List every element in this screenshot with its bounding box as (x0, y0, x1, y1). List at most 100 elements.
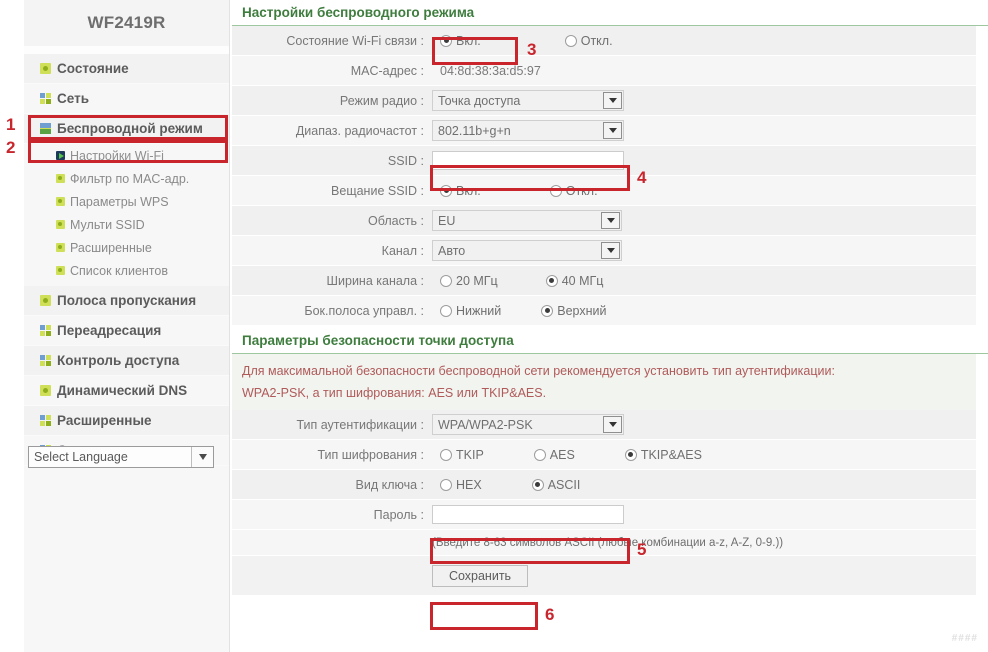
row-ssid-broadcast: Вещание SSID : Вкл. Откл. (232, 176, 976, 206)
radio-dot (534, 449, 546, 461)
channel-select[interactable]: Авто (432, 240, 622, 261)
play-icon (56, 151, 65, 160)
radio-label: 40 МГц (562, 274, 604, 288)
sidebar-item-label: Фильтр по MAC-адр. (70, 172, 189, 186)
key-type-label: Вид ключа : (232, 478, 432, 492)
region-select[interactable]: EU (432, 210, 622, 231)
chevron-down-icon (601, 242, 620, 259)
ssid-label: SSID : (232, 154, 432, 168)
row-control-sideband: Бок.полоса управл. : Нижний Верхний (232, 296, 976, 326)
sidebar-item-label: Список клиентов (70, 264, 168, 278)
encryption-aes-radio[interactable]: AES (534, 448, 575, 462)
star-icon (56, 243, 65, 252)
grid-icon (40, 415, 51, 426)
wifi-status-off-radio[interactable]: Откл. (565, 34, 613, 48)
auth-type-value: WPA/WPA2-PSK (438, 418, 533, 432)
page-left-margin (0, 0, 24, 652)
sidebar-item-status[interactable]: Состояние (24, 54, 229, 84)
radio-label: Откл. (581, 34, 613, 48)
row-auth-type: Тип аутентификации : WPA/WPA2-PSK (232, 410, 976, 440)
sidebar-item-access-control[interactable]: Контроль доступа (24, 346, 229, 376)
security-recommendation-note: Для максимальной безопасности беспроводн… (232, 354, 976, 410)
chevron-down-icon (603, 92, 622, 109)
radio-label: TKIP (456, 448, 484, 462)
frequency-band-value: 802.11b+g+n (438, 124, 511, 138)
sidebar-item-label: Состояние (57, 61, 129, 76)
sidebar-item-advanced-wireless[interactable]: Расширенные (24, 236, 229, 259)
sidebar-item-wps[interactable]: Параметры WPS (24, 190, 229, 213)
frequency-band-select[interactable]: 802.11b+g+n (432, 120, 624, 141)
note-line-1: Для максимальной безопасности беспроводн… (242, 360, 976, 382)
watermark: #### (952, 633, 978, 644)
ssid-broadcast-off-radio[interactable]: Откл. (550, 184, 598, 198)
wifi-status-on-radio[interactable]: Вкл. (440, 34, 481, 48)
chevron-down-icon (603, 416, 622, 433)
encryption-tkip-aes-radio[interactable]: TKIP&AES (625, 448, 702, 462)
sidebar-item-label: Динамический DNS (57, 383, 187, 398)
radio-label: 20 МГц (456, 274, 498, 288)
radio-dot (541, 305, 553, 317)
sidebar-item-network[interactable]: Сеть (24, 84, 229, 114)
radio-dot (440, 479, 452, 491)
key-type-hex-radio[interactable]: HEX (440, 478, 482, 492)
radio-dot (565, 35, 577, 47)
channel-label: Канал : (232, 244, 432, 258)
radio-mode-select[interactable]: Точка доступа (432, 90, 624, 111)
channel-value: Авто (438, 244, 465, 258)
channel-width-40-radio[interactable]: 40 МГц (546, 274, 604, 288)
radio-mode-value: Точка доступа (438, 94, 520, 108)
sidebar-item-forwarding[interactable]: Переадресация (24, 316, 229, 346)
radio-label: Нижний (456, 304, 501, 318)
grid-icon (40, 355, 51, 366)
sidebar-item-mac-filter[interactable]: Фильтр по MAC-адр. (24, 167, 229, 190)
mac-address-label: MAC-адрес : (232, 64, 432, 78)
radio-dot (625, 449, 637, 461)
star-icon (56, 197, 65, 206)
security-section-title: Параметры безопасности точки доступа (232, 328, 988, 354)
row-wifi-status: Состояние Wi-Fi связи : Вкл. Откл. (232, 26, 976, 56)
ssid-input[interactable] (432, 151, 624, 170)
radio-dot (440, 275, 452, 287)
grid-icon (40, 325, 51, 336)
radio-dot (440, 185, 452, 197)
sidebar-item-ddns[interactable]: Динамический DNS (24, 376, 229, 406)
password-input[interactable] (432, 505, 624, 524)
sidebar-item-multi-ssid[interactable]: Мульти SSID (24, 213, 229, 236)
star-icon (40, 295, 51, 306)
channel-width-label: Ширина канала : (232, 274, 432, 288)
radio-mode-label: Режим радио : (232, 94, 432, 108)
chevron-down-icon (603, 122, 622, 139)
sideband-lower-radio[interactable]: Нижний (440, 304, 501, 318)
channel-width-20-radio[interactable]: 20 МГц (440, 274, 498, 288)
radio-dot (546, 275, 558, 287)
star-icon (40, 385, 51, 396)
control-sideband-label: Бок.полоса управл. : (232, 304, 432, 318)
annotation-number-3: 3 (527, 40, 536, 60)
grid-icon (40, 93, 51, 104)
radio-dot (550, 185, 562, 197)
chevron-down-icon (601, 212, 620, 229)
chevron-down-icon (191, 447, 213, 467)
save-button[interactable]: Сохранить (432, 565, 528, 587)
language-select[interactable]: Select Language (28, 446, 214, 468)
annotation-number-2: 2 (6, 138, 15, 158)
key-type-ascii-radio[interactable]: ASCII (532, 478, 581, 492)
sidebar-item-label: Беспроводной режим (57, 121, 203, 136)
row-encryption-type: Тип шифрования : TKIP AES TKIP&AES (232, 440, 976, 470)
row-region: Область : EU (232, 206, 976, 236)
sidebar-item-client-list[interactable]: Список клиентов (24, 259, 229, 282)
auth-type-select[interactable]: WPA/WPA2-PSK (432, 414, 624, 435)
ssid-broadcast-on-radio[interactable]: Вкл. (440, 184, 481, 198)
sidebar-item-label: Параметры WPS (70, 195, 169, 209)
wireless-section-title: Настройки беспроводного режима (232, 0, 988, 26)
radio-dot (532, 479, 544, 491)
sidebar-item-wifi-settings[interactable]: Настройки Wi-Fi (24, 144, 229, 167)
sidebar-item-label: Переадресация (57, 323, 161, 338)
radio-label: Верхний (557, 304, 606, 318)
sidebar-item-advanced[interactable]: Расширенные (24, 406, 229, 436)
encryption-tkip-radio[interactable]: TKIP (440, 448, 484, 462)
radio-label: AES (550, 448, 575, 462)
sideband-upper-radio[interactable]: Верхний (541, 304, 606, 318)
sidebar-item-bandwidth[interactable]: Полоса пропускания (24, 286, 229, 316)
sidebar-item-wireless[interactable]: Беспроводной режим (24, 114, 229, 144)
